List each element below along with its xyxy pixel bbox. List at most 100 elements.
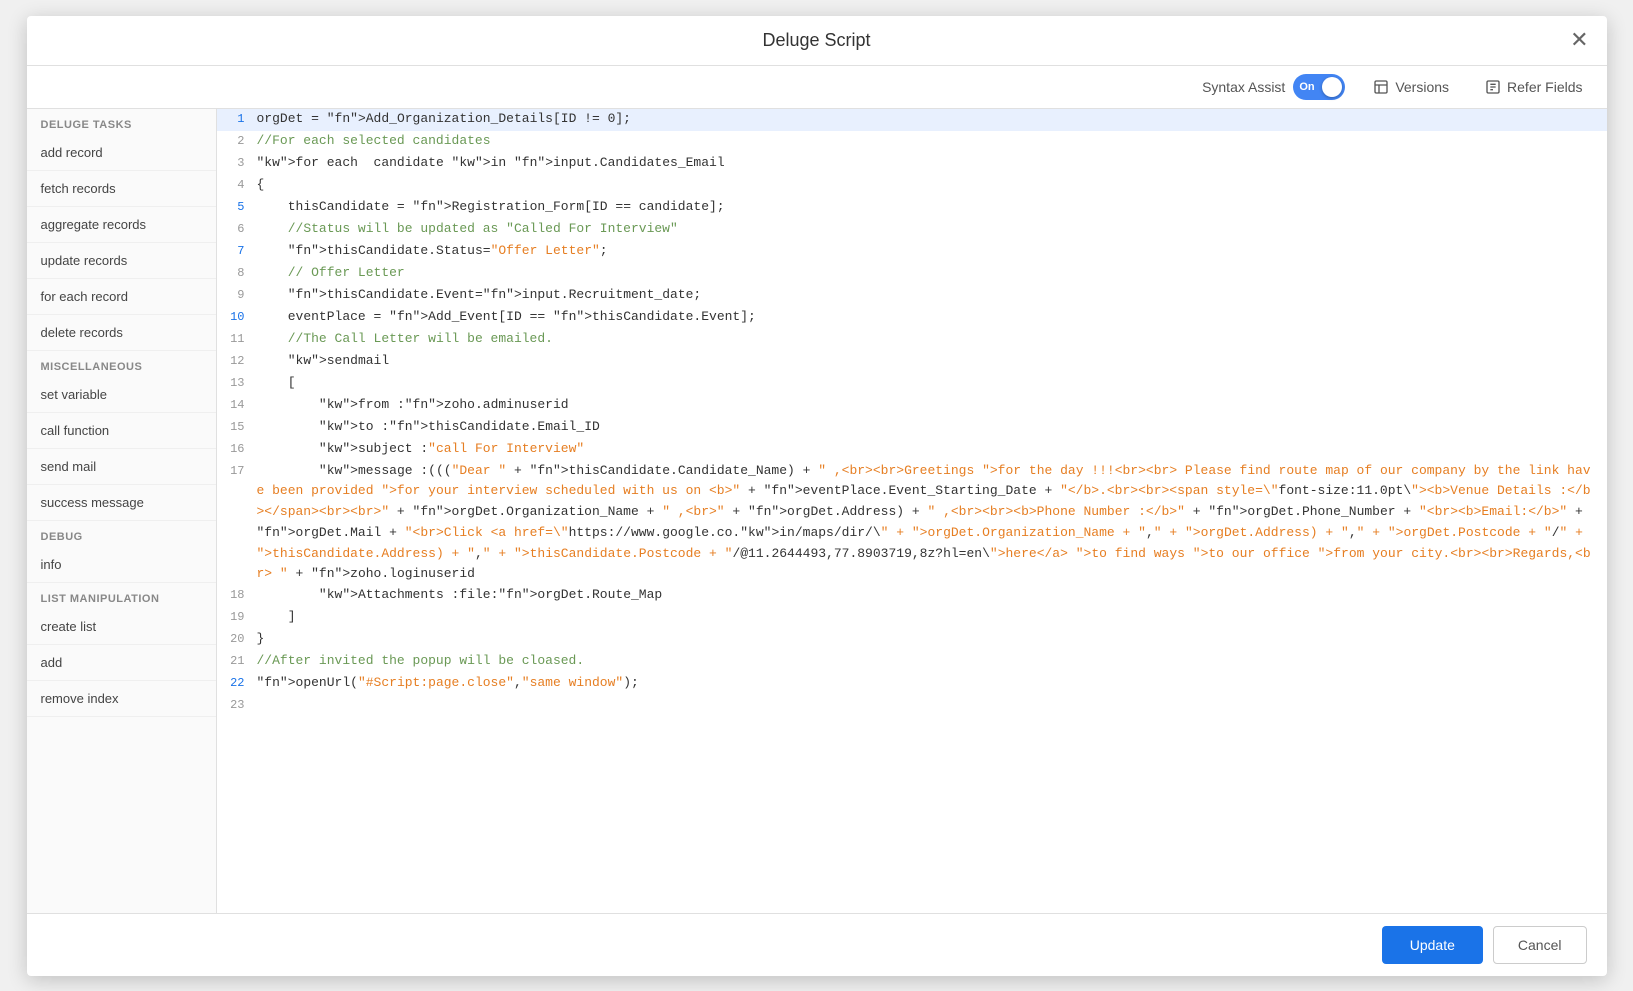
versions-icon	[1373, 79, 1389, 95]
update-button[interactable]: Update	[1382, 926, 1483, 964]
line-content: "kw">for each candidate "kw">in "fn">inp…	[257, 153, 1607, 174]
table-row: 13 [	[217, 373, 1607, 395]
line-content: "kw">to :"fn">thisCandidate.Email_ID	[257, 417, 1607, 438]
refer-fields-label: Refer Fields	[1507, 79, 1582, 95]
line-number: 23	[217, 695, 257, 715]
line-content: ]	[257, 607, 1607, 628]
sidebar-item-success-message[interactable]: success message	[27, 485, 216, 521]
line-content: //The Call Letter will be emailed.	[257, 329, 1607, 350]
table-row: 2//For each selected candidates	[217, 131, 1607, 153]
line-number: 3	[217, 153, 257, 173]
table-row: 7 "fn">thisCandidate.Status="Offer Lette…	[217, 241, 1607, 263]
cancel-button[interactable]: Cancel	[1493, 926, 1587, 964]
table-row: 18 "kw">Attachments :file:"fn">orgDet.Ro…	[217, 585, 1607, 607]
line-content: "kw">sendmail	[257, 351, 1607, 372]
modal-header: Deluge Script ✕	[27, 16, 1607, 66]
sidebar-item-create-list[interactable]: create list	[27, 609, 216, 645]
line-content: thisCandidate = "fn">Registration_Form[I…	[257, 197, 1607, 218]
line-number: 20	[217, 629, 257, 649]
line-number: 14	[217, 395, 257, 415]
sidebar: Deluge Tasksadd recordfetch recordsaggre…	[27, 109, 217, 913]
table-row: 22"fn">openUrl("#Script:page.close","sam…	[217, 673, 1607, 695]
sidebar-item-add[interactable]: add	[27, 645, 216, 681]
line-number: 8	[217, 263, 257, 283]
line-number: 21	[217, 651, 257, 671]
line-content: "kw">Attachments :file:"fn">orgDet.Route…	[257, 585, 1607, 606]
table-row: 16 "kw">subject :"call For Interview"	[217, 439, 1607, 461]
sidebar-item-remove-index[interactable]: remove index	[27, 681, 216, 717]
sidebar-item-info[interactable]: info	[27, 547, 216, 583]
line-number: 19	[217, 607, 257, 627]
line-number[interactable]: 7	[217, 241, 257, 261]
toggle-knob	[1322, 77, 1342, 97]
table-row: 14 "kw">from :"fn">zoho.adminuserid	[217, 395, 1607, 417]
sidebar-item-update-records[interactable]: update records	[27, 243, 216, 279]
toggle-label: On	[1299, 81, 1314, 93]
table-row: 5 thisCandidate = "fn">Registration_Form…	[217, 197, 1607, 219]
line-content: orgDet = "fn">Add_Organization_Details[I…	[257, 109, 1607, 130]
sidebar-item-aggregate-records[interactable]: aggregate records	[27, 207, 216, 243]
table-row: 20}	[217, 629, 1607, 651]
modal-title: Deluge Script	[762, 30, 870, 51]
line-number: 15	[217, 417, 257, 437]
syntax-assist-label: Syntax Assist	[1202, 79, 1285, 95]
sidebar-item-fetch-records[interactable]: fetch records	[27, 171, 216, 207]
sidebar-section-label: List Manipulation	[27, 583, 216, 609]
table-row: 4{	[217, 175, 1607, 197]
table-row: 11 //The Call Letter will be emailed.	[217, 329, 1607, 351]
sidebar-section-label: Debug	[27, 521, 216, 547]
table-row: 10 eventPlace = "fn">Add_Event[ID == "fn…	[217, 307, 1607, 329]
table-row: 3"kw">for each candidate "kw">in "fn">in…	[217, 153, 1607, 175]
syntax-assist-toggle[interactable]: On	[1293, 74, 1345, 100]
line-number: 6	[217, 219, 257, 239]
line-content: "kw">subject :"call For Interview"	[257, 439, 1607, 460]
modal-footer: Update Cancel	[27, 913, 1607, 976]
line-content: "fn">thisCandidate.Status="Offer Letter"…	[257, 241, 1607, 262]
code-editor[interactable]: 1orgDet = "fn">Add_Organization_Details[…	[217, 109, 1607, 913]
line-number: 13	[217, 373, 257, 393]
line-number[interactable]: 10	[217, 307, 257, 327]
close-button[interactable]: ✕	[1570, 29, 1588, 51]
table-row: 9 "fn">thisCandidate.Event="fn">input.Re…	[217, 285, 1607, 307]
line-content: // Offer Letter	[257, 263, 1607, 284]
table-row: 1orgDet = "fn">Add_Organization_Details[…	[217, 109, 1607, 131]
sidebar-item-send-mail[interactable]: send mail	[27, 449, 216, 485]
line-content: [	[257, 373, 1607, 394]
versions-button[interactable]: Versions	[1365, 75, 1457, 99]
line-content: {	[257, 175, 1607, 196]
line-content: "kw">from :"fn">zoho.adminuserid	[257, 395, 1607, 416]
sidebar-item-delete-records[interactable]: delete records	[27, 315, 216, 351]
line-number: 4	[217, 175, 257, 195]
line-number: 16	[217, 439, 257, 459]
table-row: 17 "kw">message :((("Dear " + "fn">thisC…	[217, 461, 1607, 586]
table-row: 6 //Status will be updated as "Called Fo…	[217, 219, 1607, 241]
line-number[interactable]: 5	[217, 197, 257, 217]
line-content: //Status will be updated as "Called For …	[257, 219, 1607, 240]
refer-fields-button[interactable]: Refer Fields	[1477, 75, 1590, 99]
line-content: eventPlace = "fn">Add_Event[ID == "fn">t…	[257, 307, 1607, 328]
line-number: 17	[217, 461, 257, 481]
table-row: 8 // Offer Letter	[217, 263, 1607, 285]
line-content: //For each selected candidates	[257, 131, 1607, 152]
line-number: 18	[217, 585, 257, 605]
sidebar-item-add-record[interactable]: add record	[27, 135, 216, 171]
table-row: 19 ]	[217, 607, 1607, 629]
line-number: 11	[217, 329, 257, 349]
sidebar-section-label: Deluge Tasks	[27, 109, 216, 135]
table-row: 23	[217, 695, 1607, 717]
line-content: "kw">message :((("Dear " + "fn">thisCand…	[257, 461, 1607, 586]
sidebar-item-call-function[interactable]: call function	[27, 413, 216, 449]
line-content: //After invited the popup will be cloase…	[257, 651, 1607, 672]
line-content: }	[257, 629, 1607, 650]
line-number: 12	[217, 351, 257, 371]
table-row: 21//After invited the popup will be cloa…	[217, 651, 1607, 673]
sidebar-item-set-variable[interactable]: set variable	[27, 377, 216, 413]
editor-area: 1orgDet = "fn">Add_Organization_Details[…	[217, 109, 1607, 913]
versions-label: Versions	[1395, 79, 1449, 95]
toolbar: Syntax Assist On Versions Refer Fields	[27, 66, 1607, 109]
sidebar-item-for-each-record[interactable]: for each record	[27, 279, 216, 315]
table-row: 12 "kw">sendmail	[217, 351, 1607, 373]
line-number[interactable]: 22	[217, 673, 257, 693]
line-number[interactable]: 1	[217, 109, 257, 129]
content-area: Deluge Tasksadd recordfetch recordsaggre…	[27, 109, 1607, 913]
